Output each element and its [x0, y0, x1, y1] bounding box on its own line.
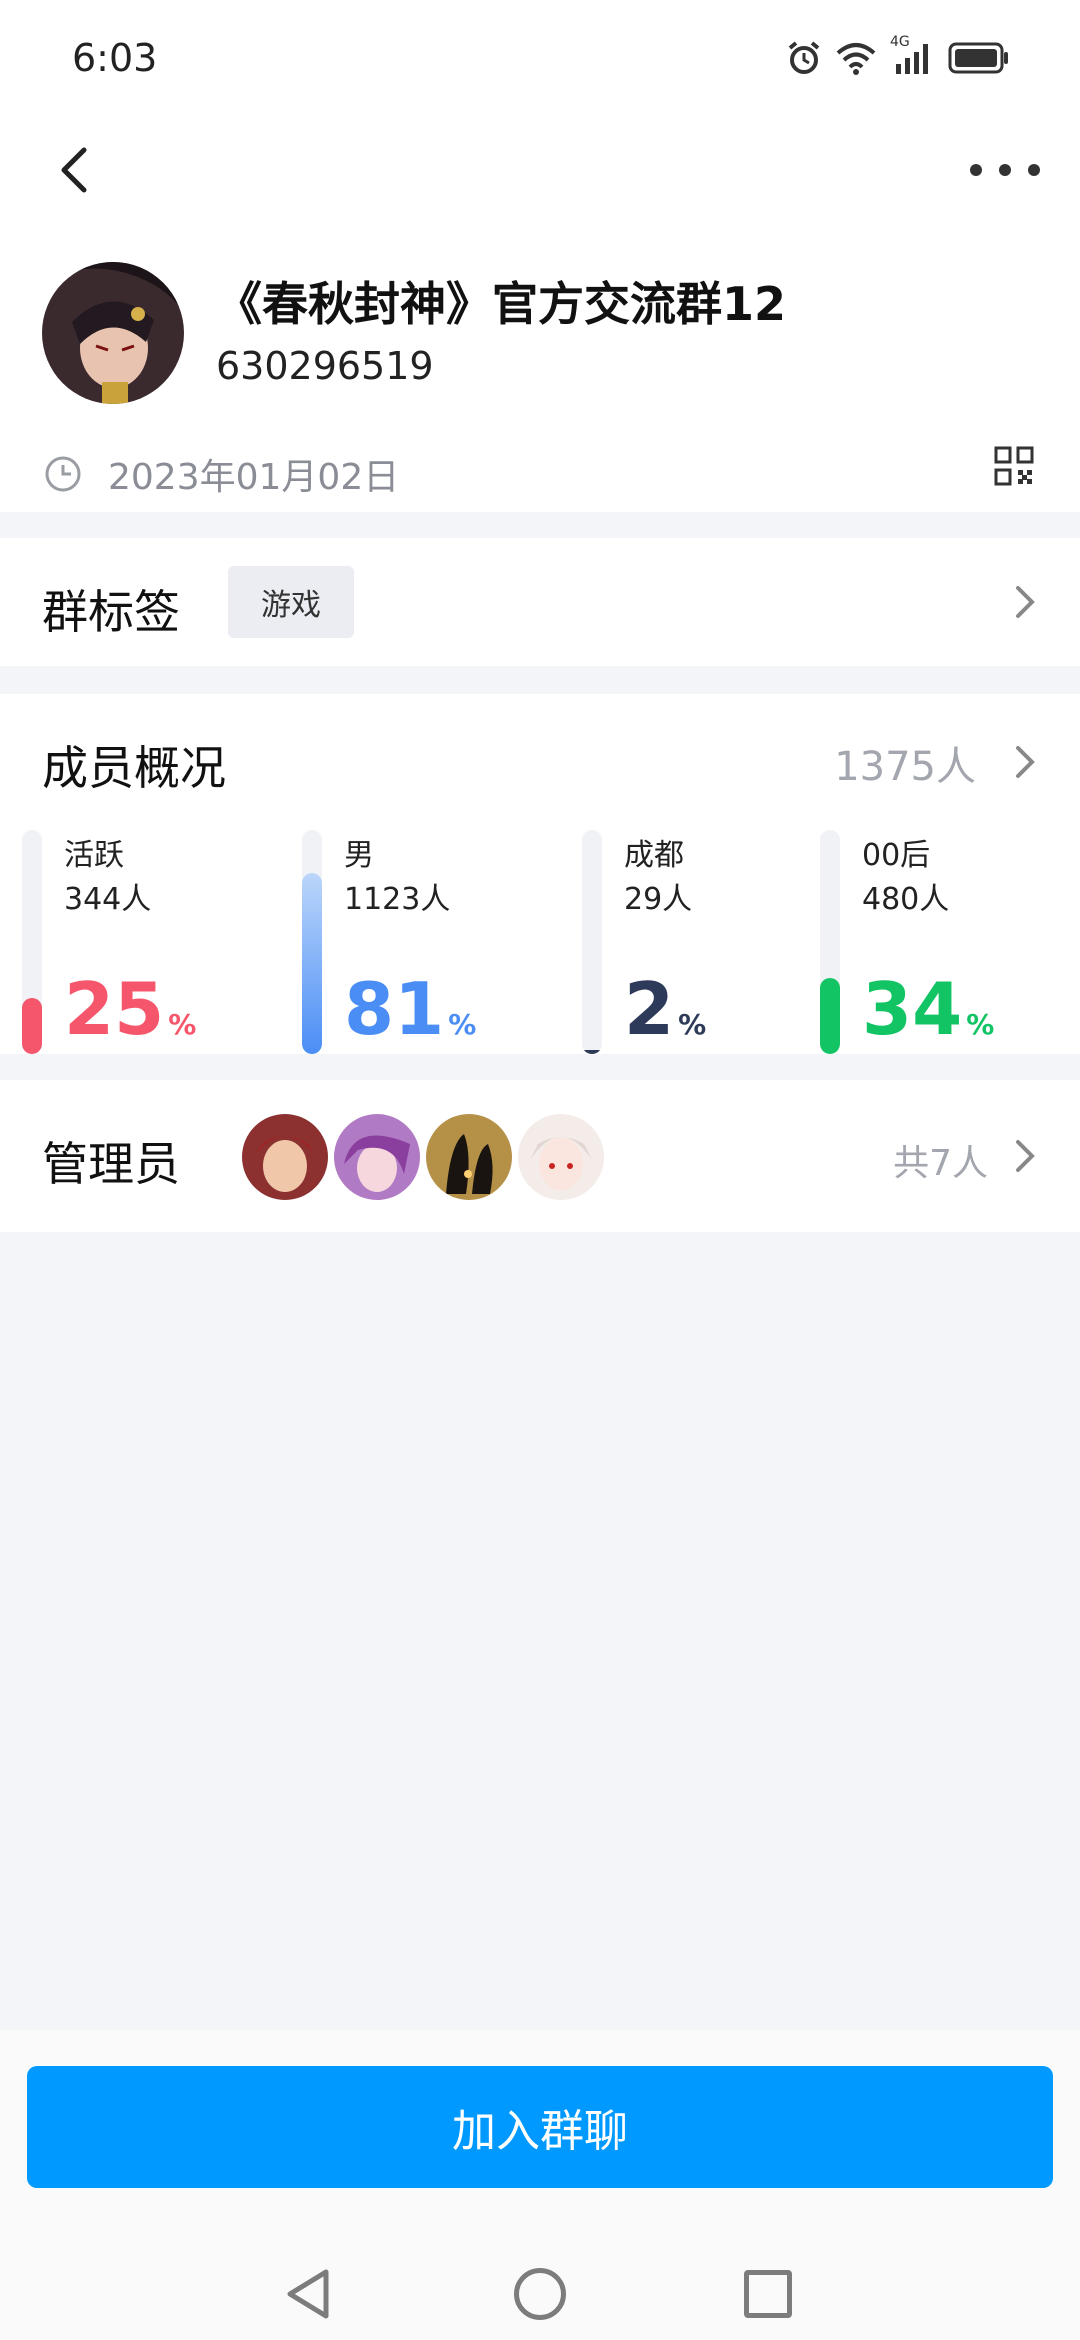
avatar: [518, 1114, 604, 1200]
chevron-right-icon: [1016, 1140, 1035, 1172]
more-dot-icon: [1028, 164, 1040, 176]
tag-chip: 游戏: [228, 566, 354, 638]
admins-total: 共7人: [893, 1143, 988, 1184]
stat-bar-fill: [820, 977, 840, 1054]
nav-bar: [0, 120, 1080, 220]
back-arrow-icon: [61, 147, 87, 193]
avatar: [334, 1114, 420, 1200]
group-tags-title: 群标签: [42, 585, 180, 639]
status-bar: 6:03 4G: [0, 0, 1080, 120]
stat-label: 00后: [862, 838, 931, 873]
clock-icon: [45, 456, 81, 492]
chevron-right-icon[interactable]: [1012, 742, 1040, 782]
system-back-icon[interactable]: [282, 2266, 334, 2322]
stat-label: 成都: [624, 838, 684, 873]
stat-label: 男: [344, 838, 374, 873]
group-avatar[interactable]: [42, 262, 184, 404]
wifi-icon: [836, 43, 876, 75]
group-header: 《春秋封神》官方交流群12 630296519 2023年01月02日: [0, 220, 1080, 512]
admins-title: 管理员: [42, 1137, 180, 1191]
group-id: 630296519: [216, 344, 434, 388]
stat-percent: 2%: [624, 967, 707, 1051]
system-home-icon[interactable]: [514, 2268, 566, 2320]
stat-bar-track: [582, 830, 602, 1054]
members-overview: 成员概况 1375人 活跃 344人 25% 男 1123人 81% 成都 29…: [0, 694, 1080, 1054]
bottom-area: 加入群聊: [0, 2030, 1080, 2340]
avatar: [426, 1114, 512, 1200]
status-icons: 4G: [786, 34, 1010, 76]
more-dot-icon: [970, 164, 982, 176]
stat-percent: 34%: [862, 967, 995, 1051]
cellular-signal-icon: 4G: [890, 34, 934, 76]
system-recents-icon[interactable]: [744, 2270, 792, 2318]
group-name: 《春秋封神》官方交流群12: [216, 277, 787, 331]
stat-male: 男 1123人 81%: [302, 830, 562, 1054]
stat-bar-track: [820, 830, 840, 1054]
stat-age: 00后 480人 34%: [820, 830, 1080, 1054]
qr-code-icon[interactable]: [994, 446, 1034, 486]
stat-label: 活跃: [64, 838, 124, 873]
avatar: [242, 1114, 328, 1200]
group-tags-row[interactable]: 群标签 游戏: [0, 538, 1080, 666]
stat-percent: 81%: [344, 967, 477, 1051]
more-dot-icon: [999, 164, 1011, 176]
stat-bar-track: [22, 830, 42, 1054]
stat-count: 480人: [862, 882, 950, 917]
stat-active: 活跃 344人 25%: [22, 830, 282, 1054]
stat-bar-fill: [302, 872, 322, 1054]
stat-count: 1123人: [344, 882, 451, 917]
status-time: 6:03: [72, 36, 158, 80]
stat-count: 344人: [64, 882, 152, 917]
admins-row[interactable]: 管理员 共7人: [0, 1080, 1080, 1232]
battery-icon: [948, 42, 1008, 74]
members-count[interactable]: 1375人: [834, 734, 976, 792]
system-nav-bar: [0, 2250, 1080, 2340]
alarm-icon: [788, 41, 820, 74]
back-button[interactable]: [50, 140, 110, 200]
stat-bar-track: [302, 830, 322, 1054]
stat-percent: 25%: [64, 967, 197, 1051]
created-date-row: 2023年01月02日: [44, 448, 399, 500]
chevron-right-icon: [1016, 586, 1035, 618]
members-title: 成员概况: [42, 741, 226, 795]
stat-bar-fill: [582, 1049, 602, 1054]
admin-avatars: [242, 1114, 610, 1200]
stat-city: 成都 29人 2%: [582, 830, 842, 1054]
created-date: 2023年01月02日: [108, 457, 400, 498]
stat-count: 29人: [624, 882, 693, 917]
join-group-button[interactable]: 加入群聊: [27, 2066, 1053, 2188]
more-options-button[interactable]: [970, 150, 1040, 190]
stat-bar-fill: [22, 998, 42, 1054]
